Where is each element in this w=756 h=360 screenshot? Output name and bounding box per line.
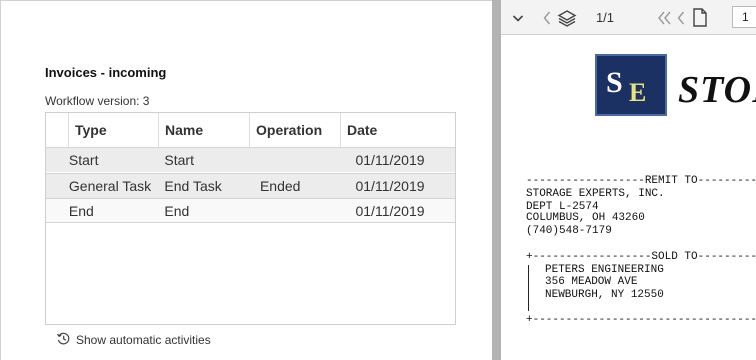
column-header-date[interactable]: Date [341,113,455,147]
cell-type: General Task [68,178,152,194]
show-automatic-activities-button[interactable]: Show automatic activities [56,331,211,349]
column-header-operation[interactable]: Operation [250,113,341,147]
chevron-left-icon[interactable] [674,0,688,35]
document-page: S E STOR ------------------REMIT TO-----… [501,36,756,360]
sold-line: 356 MEADOW AVE [545,276,638,288]
cell-name: End [164,203,190,219]
column-header-name[interactable]: Name [159,113,250,147]
remit-line: STORAGE EXPERTS, INC. [526,188,665,200]
table-row[interactable]: General Task End Task Ended 01/11/2019 [46,173,455,198]
history-icon [56,331,71,349]
cell-type: Start [68,152,99,168]
table-row[interactable]: End End 01/11/2019 [46,198,455,223]
logo-wordmark: STOR [678,69,756,111]
workflow-version: Workflow version: 3 [45,94,150,108]
workflow-panel: Invoices - incoming Workflow version: 3 … [0,0,492,360]
logo-letter-s: S [606,66,623,99]
chevron-down-icon[interactable] [507,0,529,35]
sold-to-border [528,265,529,311]
cell-operation [260,199,356,222]
cell-type: End [68,203,94,219]
company-logo: S E [595,54,667,116]
cell-operation [260,148,356,172]
cell-date: 01/11/2019 [355,203,425,219]
document-icon[interactable] [689,0,711,35]
remit-to-header: ------------------REMIT TO--------------… [526,175,756,187]
row-selector[interactable] [46,174,69,198]
panel-splitter[interactable] [492,0,501,360]
table-header: Type Name Operation Date [46,113,455,147]
workflow-title: Invoices - incoming [45,65,167,80]
column-header-type[interactable]: Type [69,113,159,147]
cell-date: 01/11/2019 [355,152,425,168]
cell-name: Start [164,152,194,168]
logo-letter-e: E [629,78,647,107]
sold-to-header: +------------------SOLD TO--------------… [526,251,756,263]
show-automatic-activities-label: Show automatic activities [76,333,211,347]
page-number-input[interactable]: 1 [732,6,756,28]
remit-line: (740)548-7179 [526,225,612,237]
cell-name: End Task [164,178,222,194]
cell-operation: Ended [259,178,301,194]
remit-line: COLUMBUS, OH 43260 [526,212,645,224]
row-selector[interactable] [46,148,69,172]
double-chevron-left-icon[interactable] [655,0,675,35]
chevron-left-icon[interactable] [539,0,555,35]
sold-to-footer: +---------------------------------------… [526,314,756,326]
page-indicator: 1/1 [595,10,615,25]
viewer-toolbar: 1/1 1 [501,0,756,35]
sold-line: NEWBURGH, NY 12550 [545,289,664,301]
select-column-header[interactable] [46,113,69,147]
document-viewer: 1/1 1 S E STOR ------------------REMIT T… [501,0,756,360]
cell-date: 01/11/2019 [355,178,425,194]
table-row[interactable]: Start Start 01/11/2019 [46,147,455,172]
layers-icon[interactable] [555,0,579,35]
workflow-history-table: Type Name Operation Date Start Start 01/… [45,112,456,325]
row-selector[interactable] [46,199,69,222]
